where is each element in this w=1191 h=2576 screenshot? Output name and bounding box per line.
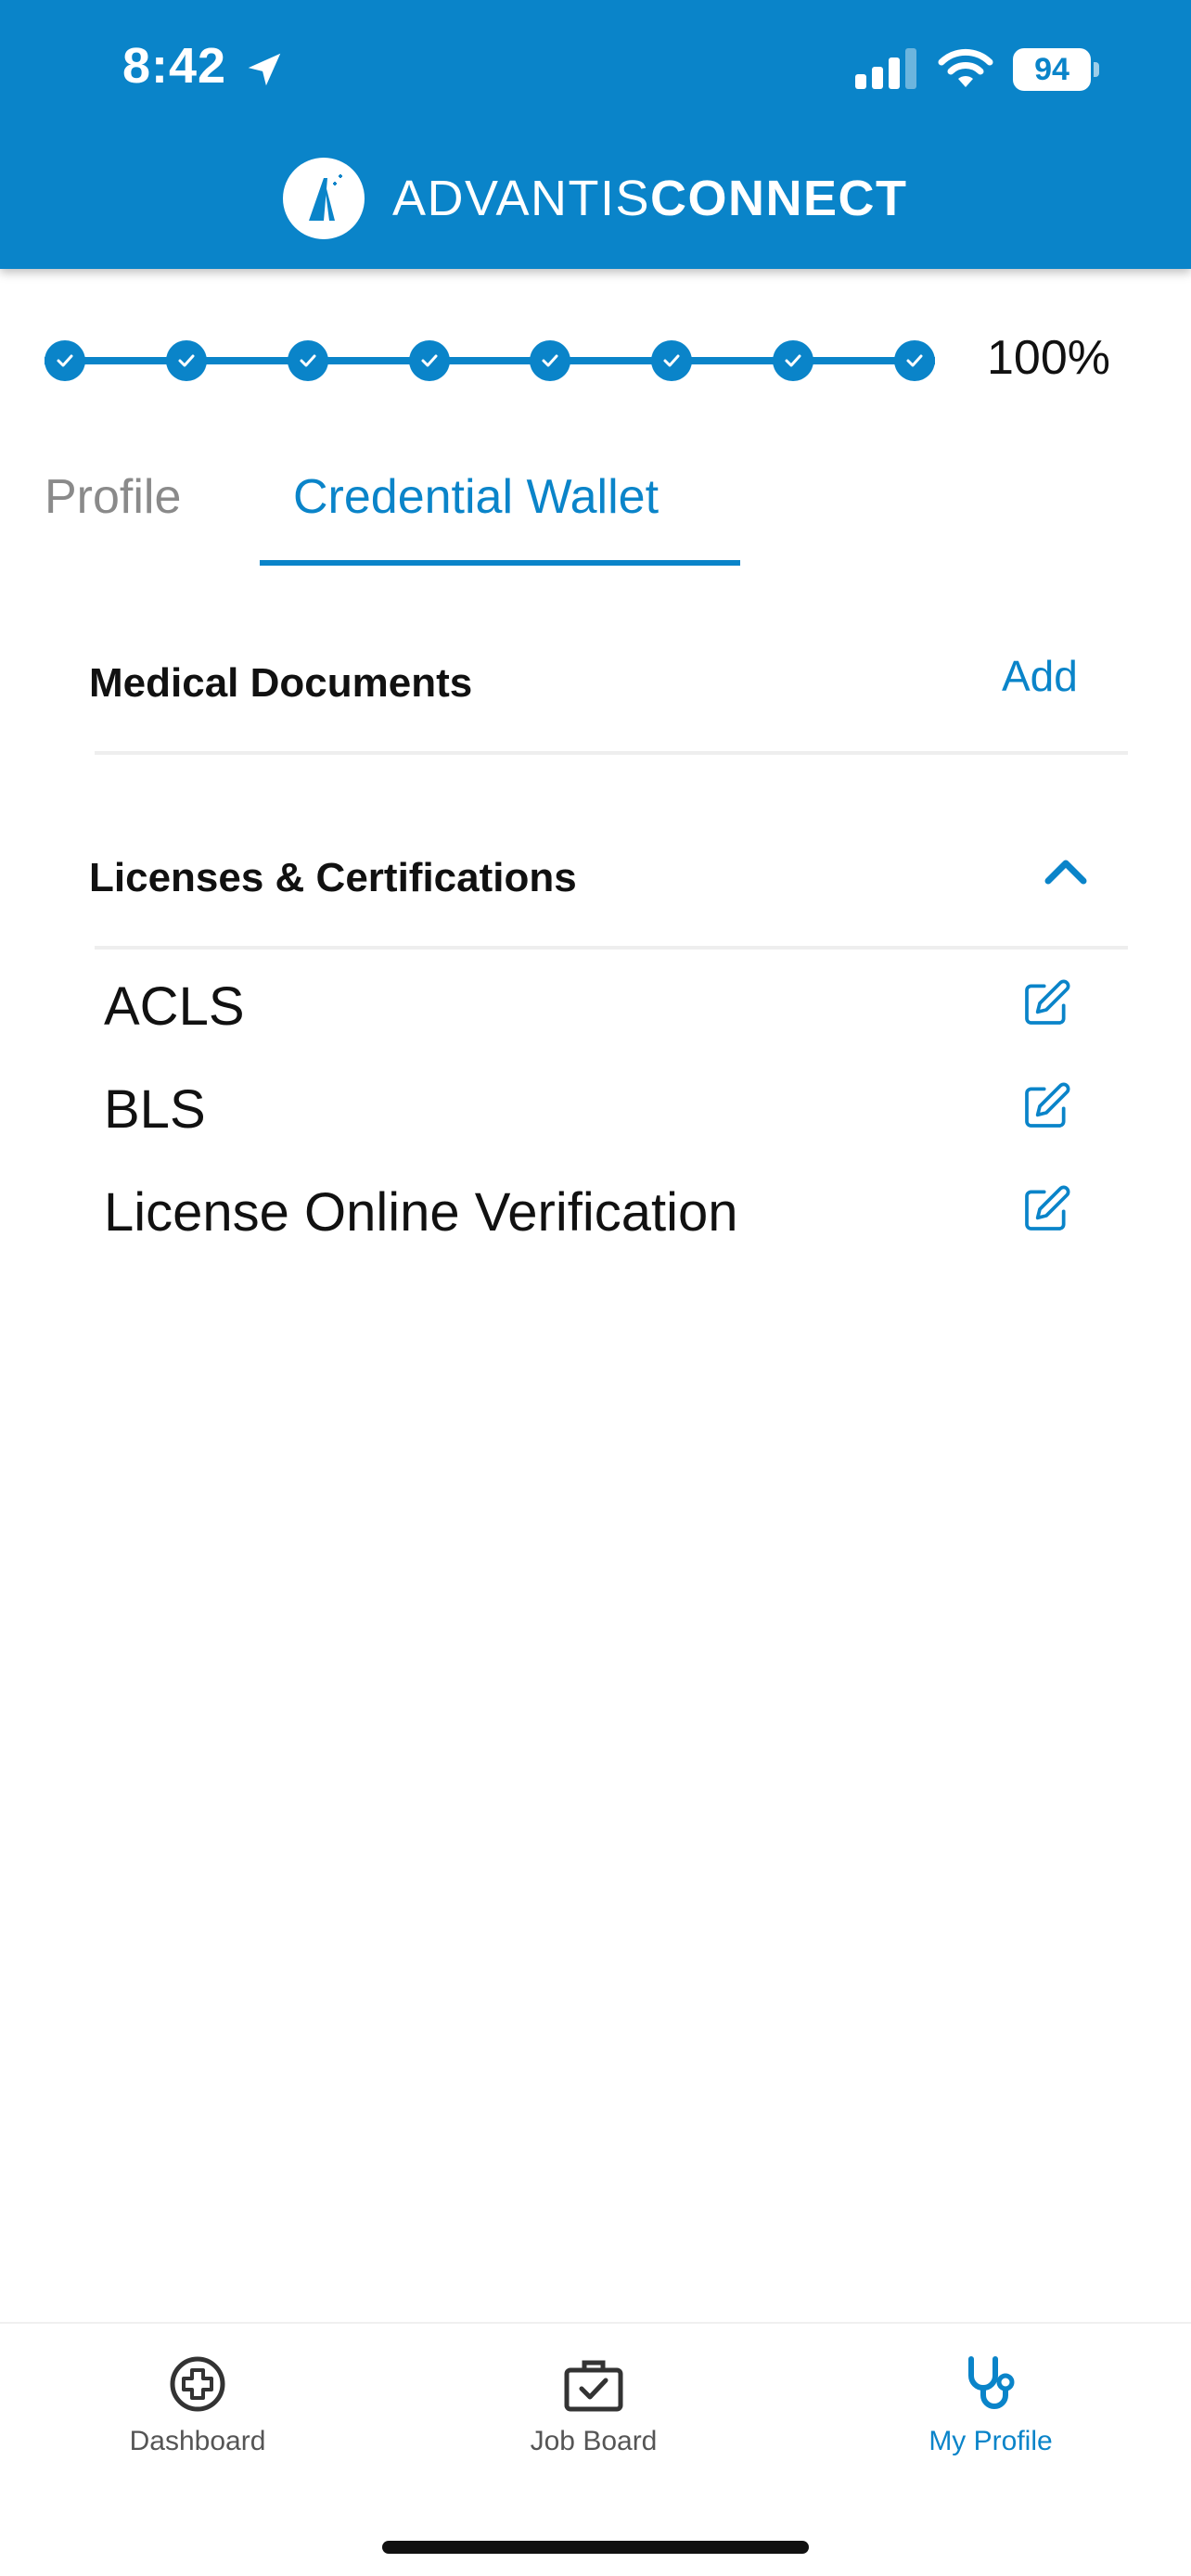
app-header: 8:42 94 ADVANTISCONNECT bbox=[0, 0, 1191, 269]
nav-label-my-profile: My Profile bbox=[928, 2426, 1053, 2456]
nav-label-job-board: Job Board bbox=[530, 2426, 658, 2456]
nav-label-dashboard: Dashboard bbox=[129, 2426, 266, 2456]
bottom-tab-bar: Dashboard Job Board My Profile bbox=[0, 2322, 1191, 2576]
divider bbox=[95, 751, 1128, 755]
chevron-up-icon[interactable] bbox=[1043, 855, 1089, 886]
progress-step-check-icon bbox=[651, 340, 693, 381]
briefcase-check-icon bbox=[564, 2360, 623, 2412]
profile-progress bbox=[45, 338, 935, 384]
brand: ADVANTISCONNECT bbox=[283, 158, 908, 239]
medical-cross-icon bbox=[170, 2356, 225, 2412]
progress-step-check-icon bbox=[773, 340, 814, 381]
wifi-icon bbox=[938, 48, 993, 87]
progress-step-check-icon bbox=[894, 340, 935, 381]
progress-step-check-icon bbox=[45, 340, 85, 381]
nav-my-profile[interactable]: My Profile bbox=[852, 2352, 1130, 2457]
battery-indicator: 94 bbox=[1013, 48, 1100, 91]
nav-dashboard[interactable]: Dashboard bbox=[58, 2352, 337, 2457]
license-item-bls[interactable]: BLS bbox=[104, 1078, 206, 1141]
license-item-acls[interactable]: ACLS bbox=[104, 976, 245, 1038]
divider bbox=[95, 946, 1128, 950]
progress-step-check-icon bbox=[408, 340, 450, 381]
progress-percent: 100% bbox=[987, 331, 1110, 385]
battery-level: 94 bbox=[1013, 48, 1091, 91]
tab-profile[interactable]: Profile bbox=[45, 469, 181, 525]
home-indicator bbox=[382, 2541, 809, 2554]
brand-name-light: ADVANTIS bbox=[392, 171, 651, 226]
battery-tip bbox=[1094, 62, 1099, 77]
tab-credential-wallet[interactable]: Credential Wallet bbox=[293, 469, 659, 525]
edit-icon[interactable] bbox=[1020, 977, 1072, 1029]
license-item-online-verification[interactable]: License Online Verification bbox=[104, 1181, 738, 1243]
brand-name-bold: CONNECT bbox=[650, 171, 908, 226]
stethoscope-icon bbox=[968, 2356, 1015, 2409]
progress-step-check-icon bbox=[165, 340, 207, 381]
section-title-medical-documents: Medical Documents bbox=[89, 660, 473, 706]
section-title-licenses[interactable]: Licenses & Certifications bbox=[89, 855, 577, 901]
edit-icon[interactable] bbox=[1020, 1183, 1072, 1235]
brand-logo-icon bbox=[283, 158, 365, 239]
progress-step-check-icon bbox=[530, 340, 571, 381]
progress-step-check-icon bbox=[287, 340, 328, 381]
nav-job-board[interactable]: Job Board bbox=[455, 2352, 733, 2457]
active-tab-underline bbox=[260, 560, 740, 566]
cellular-signal-icon bbox=[855, 48, 916, 89]
status-time: 8:42 bbox=[122, 38, 227, 94]
add-medical-document-button[interactable]: Add bbox=[1002, 651, 1078, 701]
edit-icon[interactable] bbox=[1020, 1080, 1072, 1132]
brand-name: ADVANTISCONNECT bbox=[392, 170, 908, 227]
location-arrow-icon bbox=[248, 53, 281, 86]
